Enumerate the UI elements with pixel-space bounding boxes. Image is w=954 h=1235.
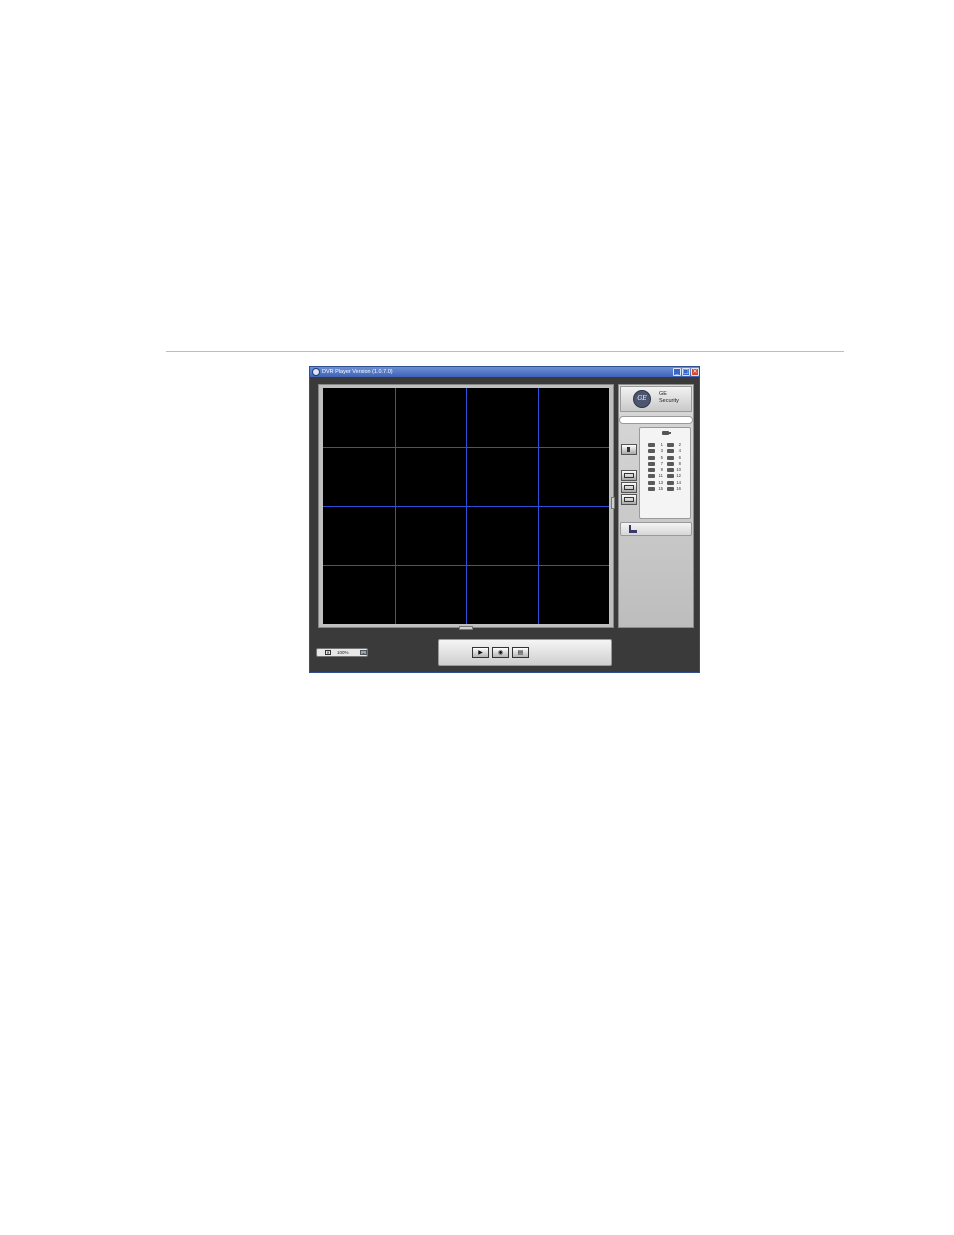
page-divider (166, 351, 844, 352)
layout-button[interactable]: ▤ (512, 647, 529, 658)
ge-logo-icon: GE (633, 390, 651, 408)
snapshot-button[interactable]: ◉ (492, 647, 509, 658)
camera-panel: 1 2 3 4 5 6 7 8 9 10 11 12 13 14 15 16 (639, 427, 691, 519)
playback-controls: ▶ ◉ ▤ (438, 639, 612, 666)
camera-icon[interactable] (648, 461, 655, 466)
camera-number[interactable]: 16 (673, 486, 681, 492)
video-grid-line (323, 447, 609, 448)
camera-number[interactable]: 14 (673, 480, 681, 486)
camera-icon[interactable] (648, 487, 655, 492)
video-display-frame (318, 384, 614, 628)
camera-number[interactable]: 7 (655, 461, 663, 467)
maximize-button[interactable]: □ (682, 368, 690, 376)
grid-icon (624, 497, 634, 502)
camera-number[interactable]: 2 (673, 442, 681, 448)
camera-icon (662, 431, 671, 435)
status-bar (619, 416, 693, 424)
video-grid-line (323, 506, 609, 507)
camera-icon[interactable] (648, 480, 655, 485)
zoom-icon: ✕ (325, 650, 331, 655)
controls-toggle-handle[interactable] (459, 626, 473, 630)
grid-icon (624, 485, 634, 490)
quad-view-button[interactable] (621, 470, 637, 481)
video-grid-line (323, 565, 609, 566)
zoom-select[interactable]: ✕ 100% ⌄ (316, 648, 368, 657)
camera-number[interactable]: 8 (673, 461, 681, 467)
camera-icon[interactable] (648, 474, 655, 479)
camera-number[interactable]: 5 (655, 455, 663, 461)
chevron-down-icon[interactable]: ⌄ (360, 650, 367, 655)
camera-icon[interactable] (648, 455, 655, 460)
camera-number[interactable]: 1 (655, 442, 663, 448)
video-grid[interactable] (323, 388, 609, 624)
camera-number[interactable]: 3 (655, 448, 663, 454)
title-bar[interactable]: DVR Player Version (1.0.7.0) _ □ × (310, 367, 699, 377)
minimize-button[interactable]: _ (673, 368, 681, 376)
hdd-icon (629, 525, 637, 533)
camera-number[interactable]: 12 (673, 473, 681, 479)
camera-row: 15 16 (648, 486, 688, 492)
camera-number[interactable]: 4 (673, 448, 681, 454)
play-button[interactable]: ▶ (472, 647, 489, 658)
dvr-player-window: DVR Player Version (1.0.7.0) _ □ × GE GE… (309, 366, 700, 673)
app-icon (312, 368, 320, 376)
camera-icon[interactable] (648, 443, 655, 447)
camera-list: 1 2 3 4 5 6 7 8 9 10 11 12 13 14 15 16 (648, 442, 688, 492)
logo-line-1: GE (659, 391, 667, 397)
logo-line-2: Security (659, 398, 679, 404)
camera-number[interactable]: 11 (655, 473, 663, 479)
close-button[interactable]: × (691, 368, 699, 376)
zoom-value: 100% (337, 650, 349, 655)
window-title: DVR Player Version (1.0.7.0) (322, 369, 393, 375)
single-view-button[interactable] (621, 444, 637, 455)
hdd-panel[interactable] (620, 522, 692, 536)
sidebar-toggle-handle[interactable] (611, 497, 615, 509)
ge-security-logo: GE GE Security (620, 386, 692, 412)
camera-number[interactable]: 10 (673, 467, 681, 473)
grid-icon (624, 473, 634, 478)
camera-icon[interactable] (648, 468, 655, 473)
nine-view-button[interactable] (621, 482, 637, 493)
sidebar: GE GE Security 1 2 3 4 5 6 7 8 9 10 11 12 13 14 15 16 (618, 384, 694, 628)
camera-icon[interactable] (648, 449, 655, 454)
camera-number[interactable]: 13 (655, 480, 663, 486)
camera-number[interactable]: 9 (655, 467, 663, 473)
camera-number[interactable]: 6 (673, 455, 681, 461)
sixteen-view-button[interactable] (621, 494, 637, 505)
camera-number[interactable]: 15 (655, 486, 663, 492)
